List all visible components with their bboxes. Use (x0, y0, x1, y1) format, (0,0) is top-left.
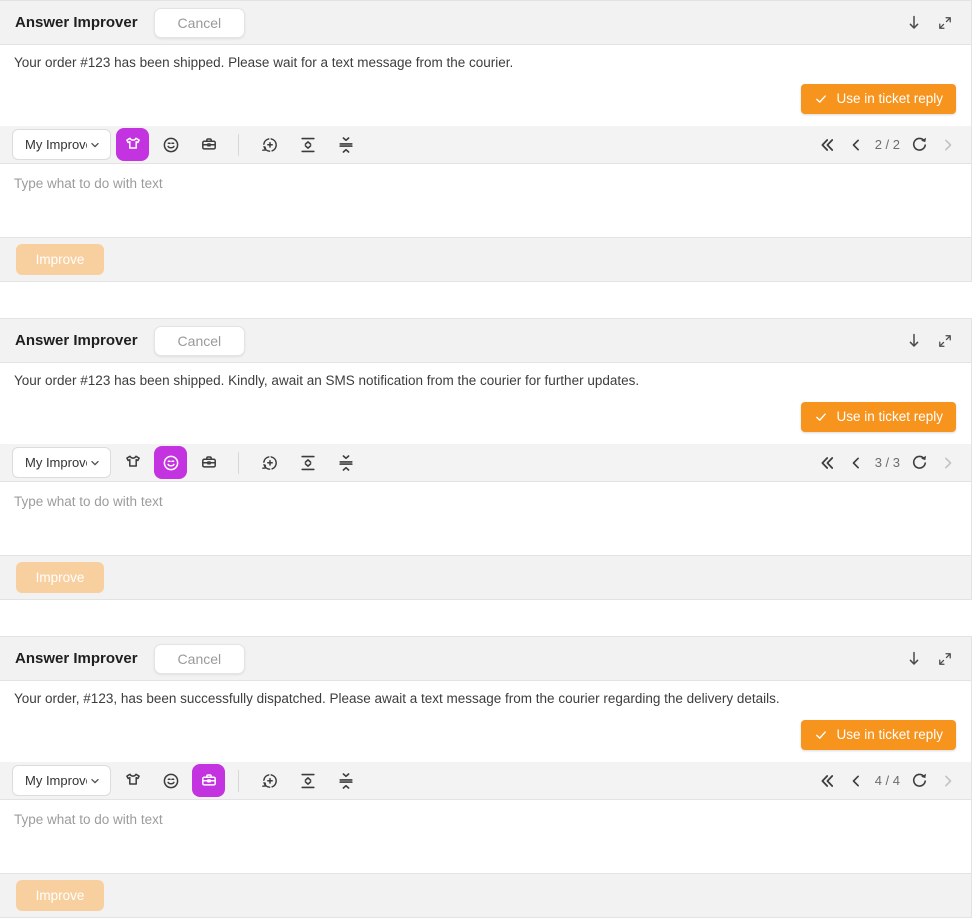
prompt-area (0, 482, 971, 555)
next-page-icon[interactable] (937, 770, 959, 792)
refresh-icon[interactable] (908, 451, 931, 474)
next-page-icon[interactable] (937, 452, 959, 474)
friendly-smiley-icon[interactable] (154, 128, 187, 161)
variant-pager: 4 / 4 (815, 769, 959, 793)
answer-text: Your order, #123, has been successfully … (14, 690, 957, 709)
style-toolbar: My Improver 4 / 4 (0, 762, 971, 800)
style-buttons (111, 446, 225, 479)
shorten-icon[interactable] (329, 764, 362, 797)
style-buttons (111, 128, 225, 161)
prompt-input[interactable] (0, 164, 971, 237)
expand-icon[interactable] (934, 330, 956, 352)
professional-briefcase-icon[interactable] (192, 764, 225, 797)
answer-content: Your order #123 has been shipped. Please… (0, 45, 971, 126)
refresh-icon[interactable] (908, 769, 931, 792)
next-page-icon[interactable] (937, 134, 959, 156)
answer-improver-panel: Answer Improver Cancel Your order #123 h… (0, 0, 972, 282)
cancel-button[interactable]: Cancel (154, 8, 246, 38)
chevron-down-icon (87, 773, 103, 789)
page-indicator: 4 / 4 (875, 773, 900, 788)
answer-content: Your order #123 has been shipped. Kindly… (0, 363, 971, 444)
answer-improver-panel: Answer Improver Cancel Your order #123 h… (0, 318, 972, 600)
prompt-area (0, 164, 971, 237)
first-page-icon[interactable] (815, 451, 839, 475)
download-icon[interactable] (902, 647, 926, 671)
prompt-area (0, 800, 971, 873)
use-in-ticket-reply-button[interactable]: Use in ticket reply (801, 402, 956, 432)
improve-button[interactable]: Improve (16, 880, 104, 911)
improve-button[interactable]: Improve (16, 244, 104, 275)
download-icon[interactable] (902, 11, 926, 35)
improver-select[interactable]: My Improver (12, 129, 111, 160)
prompt-input[interactable] (0, 800, 971, 873)
improver-select[interactable]: My Improver (12, 765, 111, 796)
check-icon (814, 92, 828, 106)
page-indicator: 2 / 2 (875, 137, 900, 152)
prev-page-icon[interactable] (845, 134, 867, 156)
rephrase-icon[interactable] (253, 128, 286, 161)
professional-briefcase-icon[interactable] (192, 446, 225, 479)
casual-tshirt-icon[interactable] (116, 764, 149, 797)
professional-briefcase-icon[interactable] (192, 128, 225, 161)
first-page-icon[interactable] (815, 133, 839, 157)
prompt-input[interactable] (0, 482, 971, 555)
style-toolbar: My Improver 2 / 2 (0, 126, 971, 164)
first-page-icon[interactable] (815, 769, 839, 793)
cancel-button[interactable]: Cancel (154, 644, 246, 674)
panel-header: Answer Improver Cancel (0, 1, 971, 45)
panel-footer: Improve (0, 555, 971, 599)
shorten-icon[interactable] (329, 446, 362, 479)
style-toolbar: My Improver 3 / 3 (0, 444, 971, 482)
header-actions (902, 647, 956, 671)
answer-text: Your order #123 has been shipped. Kindly… (14, 372, 957, 391)
toolbar-divider (238, 770, 239, 792)
rephrase-icon[interactable] (253, 764, 286, 797)
check-icon (814, 410, 828, 424)
refresh-icon[interactable] (908, 133, 931, 156)
panel-header: Answer Improver Cancel (0, 319, 971, 363)
style-buttons (111, 764, 225, 797)
friendly-smiley-icon[interactable] (154, 446, 187, 479)
improver-select[interactable]: My Improver (12, 447, 111, 478)
page-indicator: 3 / 3 (875, 455, 900, 470)
answer-improver-panel: Answer Improver Cancel Your order, #123,… (0, 636, 972, 918)
chevron-down-icon (87, 137, 103, 153)
panel-footer: Improve (0, 873, 971, 917)
expand-icon[interactable] (934, 12, 956, 34)
improve-button[interactable]: Improve (16, 562, 104, 593)
page-title: Answer Improver (15, 650, 138, 667)
rephrase-icon[interactable] (253, 446, 286, 479)
expand-icon[interactable] (934, 648, 956, 670)
panel-footer: Improve (0, 237, 971, 281)
variant-pager: 3 / 3 (815, 451, 959, 475)
prev-page-icon[interactable] (845, 770, 867, 792)
shorten-icon[interactable] (329, 128, 362, 161)
cancel-button[interactable]: Cancel (154, 326, 246, 356)
answer-text: Your order #123 has been shipped. Please… (14, 54, 957, 73)
prev-page-icon[interactable] (845, 452, 867, 474)
lengthen-icon[interactable] (291, 764, 324, 797)
toolbar-divider (238, 134, 239, 156)
friendly-smiley-icon[interactable] (154, 764, 187, 797)
page-title: Answer Improver (15, 14, 138, 31)
lengthen-icon[interactable] (291, 446, 324, 479)
toolbar-divider (238, 452, 239, 474)
answer-content: Your order, #123, has been successfully … (0, 681, 971, 762)
check-icon (814, 728, 828, 742)
header-actions (902, 11, 956, 35)
header-actions (902, 329, 956, 353)
chevron-down-icon (87, 455, 103, 471)
casual-tshirt-icon[interactable] (116, 446, 149, 479)
panel-header: Answer Improver Cancel (0, 637, 971, 681)
page-title: Answer Improver (15, 332, 138, 349)
lengthen-icon[interactable] (291, 128, 324, 161)
download-icon[interactable] (902, 329, 926, 353)
variant-pager: 2 / 2 (815, 133, 959, 157)
use-in-ticket-reply-button[interactable]: Use in ticket reply (801, 720, 956, 750)
casual-tshirt-icon[interactable] (116, 128, 149, 161)
use-in-ticket-reply-button[interactable]: Use in ticket reply (801, 84, 956, 114)
